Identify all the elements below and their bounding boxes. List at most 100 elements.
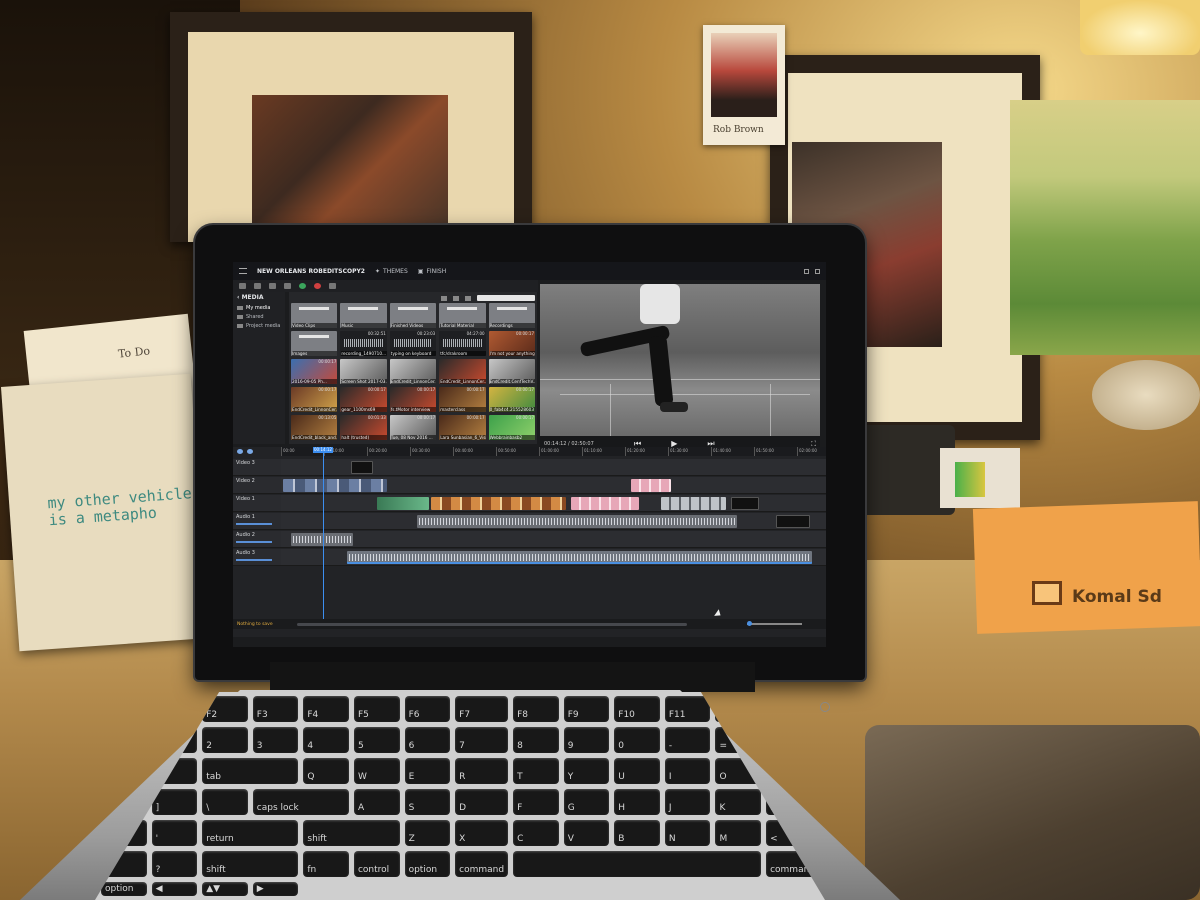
keyboard-key[interactable]: V [563,820,610,846]
keyboard-key[interactable]: 0 [614,727,660,753]
media-clip[interactable]: 00:00:17 Webbrainbasb2 [488,415,535,440]
timeline-clip[interactable] [661,497,726,510]
keyboard-key[interactable]: return [202,820,299,846]
tab-finish[interactable]: ▣ FINISH [418,268,446,275]
keyboard-key[interactable]: command [455,851,509,877]
media-clip[interactable]: 00:00:17 I'm not your anything [488,331,535,356]
keyboard-key[interactable]: - [664,727,711,753]
keyboard-key[interactable]: F7 [455,696,509,722]
track-lane[interactable] [281,495,826,512]
keyboard-key[interactable]: F11 [664,696,711,722]
timeline-clip[interactable] [431,497,566,510]
keyboard-key[interactable]: \ [202,789,248,815]
keyboard-key[interactable]: Q [303,758,349,784]
keyboard-key[interactable]: 6 [404,727,451,753]
media-clip[interactable]: EndCredit_LinnonCer... [389,359,437,384]
keyboard-key[interactable]: 5 [353,727,400,753]
list-view-icon[interactable] [441,295,447,301]
media-clip[interactable]: Recordings [488,303,535,328]
keyboard-key[interactable]: ▶ [252,882,299,896]
keyboard-key[interactable]: M [715,820,762,846]
keyboard-key[interactable]: R [455,758,509,784]
track-header[interactable]: Video 3 [233,459,281,476]
track-header[interactable]: Video 1 [233,495,281,512]
keyboard-key[interactable]: caps lock [252,789,349,815]
undo-icon[interactable] [237,449,243,454]
keyboard-key[interactable]: ◀ [151,882,198,896]
keyboard-key[interactable]: ▲▼ [202,882,248,896]
preview-viewer[interactable] [540,284,820,436]
keyboard-key[interactable]: shift [202,851,299,877]
track-lane[interactable] [281,477,826,494]
media-clip[interactable]: Music [340,303,387,328]
media-clip[interactable]: 00:00:17 EndCredit_LinnonCer... [291,387,338,412]
keyboard-key[interactable]: tab [202,758,299,784]
playhead-time[interactable]: 00:14:12 [313,447,333,453]
time-ruler[interactable]: 00:00 00:10:00 00:20:00 00:30:00 00:40:00 00:… [281,447,826,456]
keyboard-key[interactable]: Z [404,820,451,846]
media-header[interactable]: ‹ MEDIA [237,294,281,301]
keyboard-key[interactable]: 4 [303,727,349,753]
media-clip[interactable]: 00:32:51 recording_1490710... [340,331,387,356]
timeline-clip[interactable] [351,461,373,474]
track-volume-slider[interactable] [236,523,272,525]
folder-icon[interactable] [239,283,246,289]
keyboard-key[interactable]: 9 [563,727,610,753]
timeline-clip[interactable] [776,515,810,528]
keyboard-key[interactable]: 3 [252,727,299,753]
track-header[interactable]: Audio 2 [233,531,281,548]
media-clip[interactable]: EndCredit_LinnonCer... [439,359,486,384]
keyboard-key[interactable]: S [404,789,451,815]
keyboard-key[interactable]: ' [151,820,198,846]
track-lane[interactable] [281,459,826,476]
keyboard-key[interactable]: F3 [252,696,299,722]
track-lane[interactable] [281,549,826,566]
media-clip[interactable]: Images [291,331,338,356]
keyboard-key[interactable]: F9 [563,696,610,722]
track-header[interactable]: Video 2 [233,477,281,494]
import-icon[interactable] [254,283,261,289]
sort-icon[interactable] [465,295,471,301]
hamburger-menu-icon[interactable] [239,268,247,274]
media-clip[interactable]: Finished Videos [389,303,437,328]
track-volume-slider[interactable] [236,541,272,543]
green-dot-icon[interactable] [299,283,306,289]
maximize-icon[interactable] [815,268,820,274]
keyboard-key[interactable]: W [353,758,400,784]
keyboard-key[interactable]: T [513,758,559,784]
playhead[interactable] [323,447,324,619]
keyboard-key[interactable]: F5 [353,696,400,722]
timeline-clip[interactable] [731,497,759,510]
media-clip[interactable]: 00:00:17 2016-09-05 Ph... [291,359,338,384]
redo-icon[interactable] [247,449,253,454]
track-header[interactable]: Audio 1 [233,513,281,530]
timeline-scrollbar[interactable] [297,622,687,626]
keyboard-key[interactable]: E [404,758,451,784]
timeline-clip[interactable] [631,479,671,492]
media-clip[interactable]: 00:13:05 EndCredit_black_and... [291,415,338,440]
timeline-clip[interactable] [417,515,737,528]
sidebar-item-project-media[interactable]: Project media [237,323,281,329]
keyboard-key[interactable] [513,851,762,877]
keyboard-key[interactable]: option [404,851,451,877]
tab-themes[interactable]: ✦ THEMES [375,268,408,275]
timeline-clip[interactable] [571,497,639,510]
sidebar-item-shared[interactable]: Shared [237,314,281,320]
keyboard-key[interactable]: 8 [513,727,559,753]
keyboard-key[interactable]: U [614,758,660,784]
media-clip[interactable]: Video Clips [291,303,338,328]
media-clip[interactable]: 00:00:17 masterclass [439,387,486,412]
timeline-clip[interactable] [291,533,353,546]
keyboard-key[interactable]: 7 [455,727,509,753]
keyboard-key[interactable]: control [353,851,400,877]
keyboard-key[interactable]: D [455,789,509,815]
sidebar-item-my-media[interactable]: My media [237,305,281,311]
keyboard-key[interactable]: H [614,789,660,815]
media-clip[interactable]: 00:00:17 Tue, 08 Nov 2016 ... [389,415,437,440]
minimize-icon[interactable] [804,268,809,274]
media-clip[interactable]: Tutorial Material [439,303,486,328]
keyboard-key[interactable]: K [715,789,762,815]
mic-icon[interactable] [329,283,336,289]
keyboard-key[interactable]: N [664,820,711,846]
keyboard-key[interactable]: F6 [404,696,451,722]
